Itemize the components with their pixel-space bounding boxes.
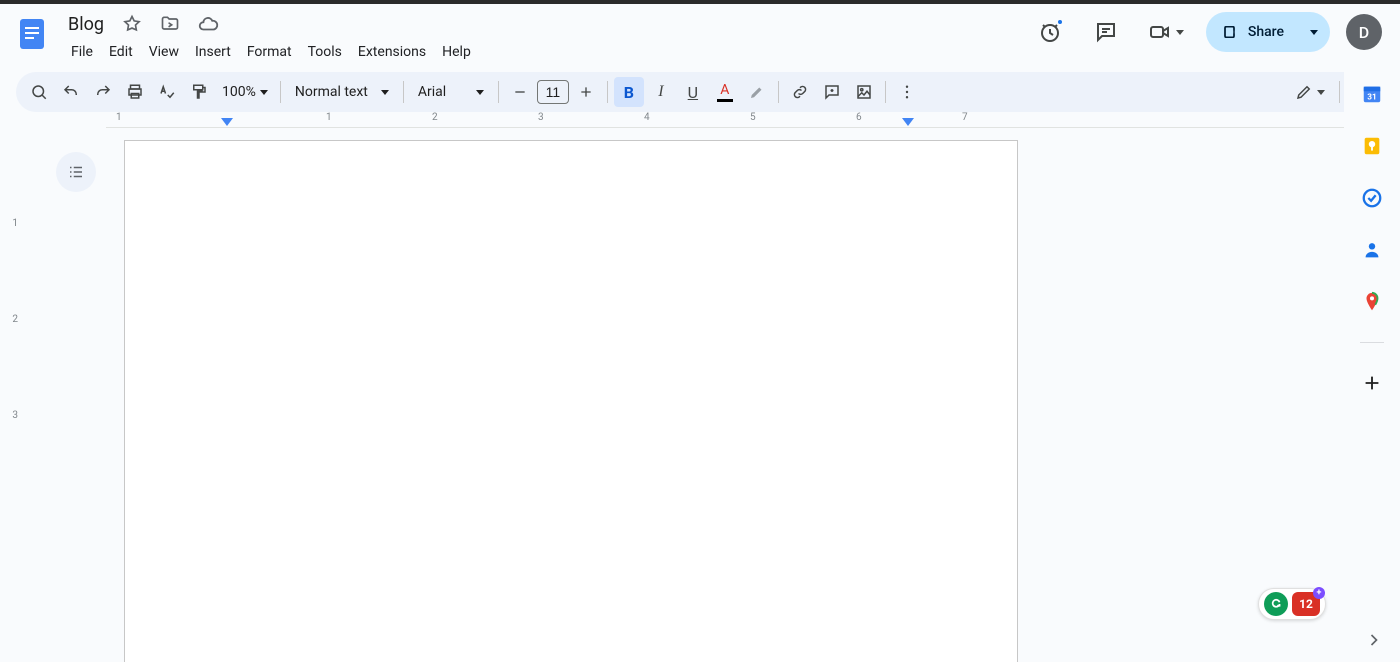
vruler-tick: 2 bbox=[0, 314, 20, 410]
contacts-icon[interactable] bbox=[1360, 238, 1384, 262]
chevron-down-icon bbox=[1176, 30, 1184, 35]
document-page[interactable] bbox=[124, 140, 1018, 662]
toolbar-container: 100% Normal text Arial B I U A bbox=[0, 68, 1400, 112]
insert-link-icon[interactable] bbox=[785, 77, 815, 107]
panel-divider bbox=[1360, 342, 1384, 343]
notification-badge[interactable]: 12 + bbox=[1292, 592, 1320, 616]
paragraph-style-dropdown[interactable]: Normal text bbox=[287, 84, 397, 100]
avatar-initial: D bbox=[1359, 23, 1369, 42]
docs-logo[interactable] bbox=[12, 10, 52, 58]
activity-indicator bbox=[1056, 18, 1064, 26]
hruler-tick: 2 bbox=[432, 112, 438, 123]
indent-right-marker[interactable] bbox=[902, 118, 914, 130]
hide-side-panel-icon[interactable] bbox=[1364, 630, 1384, 654]
share-group: Share bbox=[1206, 12, 1330, 52]
editing-mode-dropdown[interactable] bbox=[1287, 83, 1333, 101]
add-comment-icon[interactable] bbox=[817, 77, 847, 107]
keep-icon[interactable] bbox=[1360, 134, 1384, 158]
hruler-tick: 4 bbox=[644, 112, 650, 123]
share-label: Share bbox=[1248, 24, 1284, 40]
menu-extensions[interactable]: Extensions bbox=[351, 40, 433, 64]
horizontal-ruler[interactable]: 1 1 2 3 4 5 6 7 bbox=[106, 112, 1400, 130]
maps-icon[interactable] bbox=[1360, 290, 1384, 314]
toolbar: 100% Normal text Arial B I U A bbox=[16, 72, 1384, 112]
cloud-status-icon[interactable] bbox=[194, 10, 222, 38]
meet-button[interactable] bbox=[1142, 16, 1190, 48]
underline-button[interactable]: U bbox=[678, 77, 708, 107]
extension-badges[interactable]: 12 + bbox=[1258, 588, 1326, 620]
spellcheck-icon[interactable] bbox=[152, 77, 182, 107]
folder-move-icon[interactable] bbox=[156, 10, 184, 38]
svg-text:31: 31 bbox=[1367, 93, 1376, 103]
star-icon[interactable] bbox=[118, 10, 146, 38]
get-addons-icon[interactable] bbox=[1360, 371, 1384, 395]
insert-image-icon[interactable] bbox=[849, 77, 879, 107]
side-panel: 31 bbox=[1344, 68, 1400, 662]
badge-plus: + bbox=[1313, 587, 1325, 599]
share-caret[interactable] bbox=[1300, 14, 1328, 50]
bold-button[interactable]: B bbox=[614, 77, 644, 107]
font-size-decrease[interactable] bbox=[505, 77, 535, 107]
menu-view[interactable]: View bbox=[142, 40, 186, 64]
menu-tools[interactable]: Tools bbox=[301, 40, 349, 64]
hruler-tick: 7 bbox=[962, 112, 968, 123]
redo-icon[interactable] bbox=[88, 77, 118, 107]
search-menus-icon[interactable] bbox=[24, 77, 54, 107]
hruler-tick: 1 bbox=[116, 112, 122, 123]
undo-icon[interactable] bbox=[56, 77, 86, 107]
hruler-tick: 5 bbox=[750, 112, 756, 123]
hruler-tick: 1 bbox=[326, 112, 332, 123]
menu-file[interactable]: File bbox=[64, 40, 100, 64]
font-size-increase[interactable] bbox=[571, 77, 601, 107]
menu-help[interactable]: Help bbox=[435, 40, 478, 64]
text-color-button[interactable]: A bbox=[710, 77, 740, 107]
header-right: Share D bbox=[1030, 12, 1382, 52]
account-avatar[interactable]: D bbox=[1346, 14, 1382, 50]
highlight-color-button[interactable] bbox=[742, 77, 772, 107]
comments-icon[interactable] bbox=[1086, 12, 1126, 52]
badge-count: 12 bbox=[1299, 597, 1313, 611]
menu-format[interactable]: Format bbox=[240, 40, 299, 64]
vruler-tick: 3 bbox=[0, 410, 20, 506]
chevron-down-icon bbox=[260, 90, 268, 95]
chevron-down-icon bbox=[1317, 90, 1325, 95]
menu-bar: File Edit View Insert Format Tools Exten… bbox=[64, 40, 478, 64]
hruler-tick: 6 bbox=[856, 112, 862, 123]
hruler-tick: 3 bbox=[538, 112, 544, 123]
style-value: Normal text bbox=[295, 84, 368, 100]
vruler-tick: 1 bbox=[0, 218, 20, 314]
more-tools-icon[interactable] bbox=[892, 77, 922, 107]
calendar-icon[interactable]: 31 bbox=[1360, 82, 1384, 106]
grammarly-icon[interactable] bbox=[1264, 592, 1288, 616]
font-dropdown[interactable]: Arial bbox=[410, 84, 492, 100]
share-button[interactable]: Share bbox=[1208, 15, 1298, 49]
vertical-ruler: 1 2 3 bbox=[0, 112, 20, 662]
app-header: Blog File Edit View Insert Format Tools … bbox=[0, 4, 1400, 68]
document-canvas[interactable] bbox=[20, 130, 1400, 662]
italic-button[interactable]: I bbox=[646, 77, 676, 107]
last-edit-icon[interactable] bbox=[1030, 12, 1070, 52]
zoom-dropdown[interactable]: 100% bbox=[216, 84, 274, 100]
menu-edit[interactable]: Edit bbox=[102, 40, 140, 64]
document-title[interactable]: Blog bbox=[64, 13, 108, 36]
title-area: Blog File Edit View Insert Format Tools … bbox=[64, 10, 478, 64]
paint-format-icon[interactable] bbox=[184, 77, 214, 107]
chevron-down-icon bbox=[476, 90, 484, 95]
work-area: 1 2 3 1 1 2 3 4 5 6 7 bbox=[0, 112, 1400, 662]
font-size-input[interactable] bbox=[537, 80, 569, 104]
print-icon[interactable] bbox=[120, 77, 150, 107]
show-outline-icon[interactable] bbox=[56, 152, 96, 192]
font-value: Arial bbox=[418, 84, 446, 100]
chevron-down-icon bbox=[381, 90, 389, 95]
menu-insert[interactable]: Insert bbox=[188, 40, 238, 64]
tasks-icon[interactable] bbox=[1360, 186, 1384, 210]
zoom-value: 100% bbox=[222, 84, 256, 100]
indent-left-marker[interactable] bbox=[221, 118, 233, 130]
